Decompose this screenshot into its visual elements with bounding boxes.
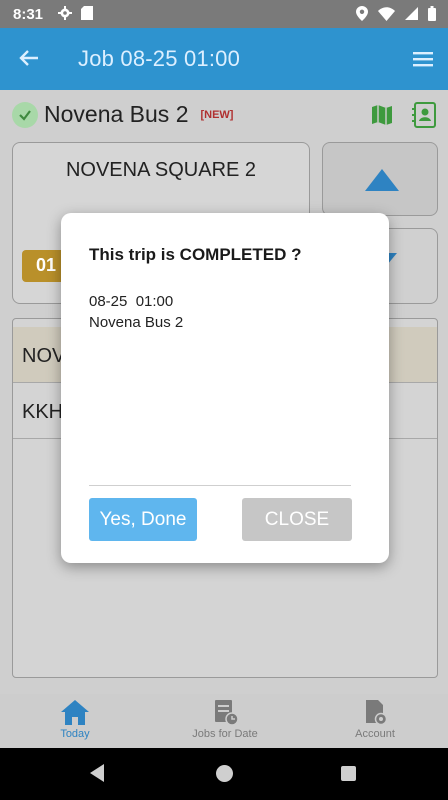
bus-header: Novena Bus 2 [NEW]: [12, 101, 233, 128]
system-nav-bar: [0, 748, 448, 800]
current-stop-name: NOVENA SQUARE 2: [65, 159, 257, 181]
sd-card-icon: [81, 6, 93, 20]
account-doc-icon: [366, 700, 388, 726]
map-icon[interactable]: [371, 104, 393, 126]
nav-account-label: Account: [355, 728, 395, 740]
back-arrow-icon[interactable]: [16, 45, 42, 71]
system-recents-icon[interactable]: [341, 766, 356, 781]
status-bar: 8:31: [0, 0, 448, 28]
move-up-button[interactable]: [322, 142, 438, 216]
check-circle-icon: [12, 101, 38, 128]
system-home-icon[interactable]: [216, 765, 233, 782]
status-time: 8:31: [13, 6, 44, 23]
dialog-title: This trip is COMPLETED ?: [89, 245, 302, 264]
bus-name: Novena Bus 2: [44, 101, 189, 127]
close-button[interactable]: CLOSE: [242, 498, 352, 541]
wifi-icon: [378, 6, 395, 21]
calendar-doc-icon: [215, 700, 239, 726]
page-title: Job 08-25 01:00: [78, 46, 241, 71]
bottom-nav: Today Jobs for Date Account: [0, 694, 448, 748]
app-bar: Job 08-25 01:00: [0, 28, 448, 90]
nav-jobs-for-date[interactable]: Jobs for Date: [150, 694, 300, 748]
hamburger-menu-icon[interactable]: [411, 48, 435, 70]
triangle-up-icon: [365, 169, 399, 191]
yes-done-button[interactable]: Yes, Done: [89, 498, 197, 541]
signal-icon: [405, 7, 418, 20]
gear-icon: [58, 6, 72, 20]
dialog-bus-name: Novena Bus 2: [89, 314, 184, 331]
location-icon: [356, 6, 368, 21]
nav-today[interactable]: Today: [0, 694, 150, 748]
nav-today-label: Today: [60, 728, 90, 740]
contact-card-icon[interactable]: [412, 102, 438, 128]
home-icon: [61, 700, 89, 725]
new-badge: [NEW]: [200, 108, 234, 121]
system-back-icon[interactable]: [90, 764, 104, 782]
confirm-dialog: This trip is COMPLETED ? 08-25 01:00 Nov…: [61, 213, 389, 563]
nav-account[interactable]: Account: [300, 694, 448, 748]
battery-icon: [428, 6, 436, 21]
dialog-trip-time: 08-25 01:00: [89, 293, 174, 310]
nav-jobs-label: Jobs for Date: [192, 728, 258, 740]
dialog-divider: [89, 485, 351, 486]
